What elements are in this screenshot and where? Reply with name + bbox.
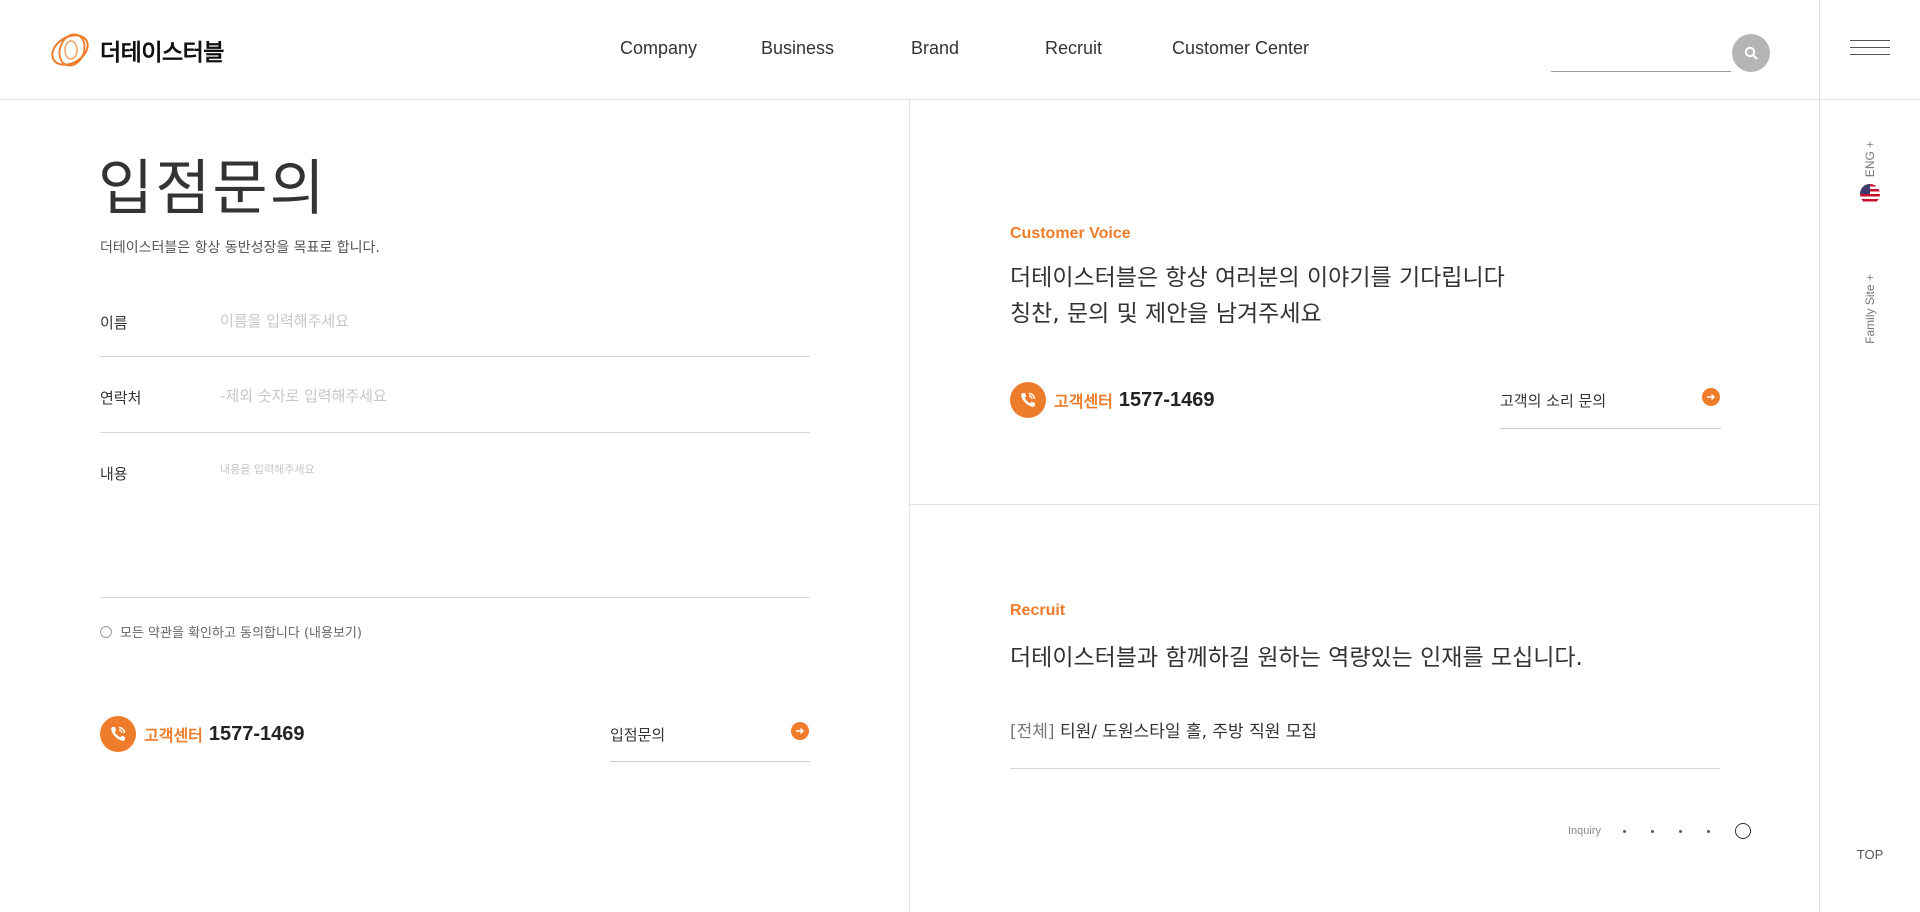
search-area [1551, 34, 1771, 74]
pager-dot[interactable] [1651, 829, 1655, 833]
phone-label: 고객센터 [144, 726, 203, 745]
recruit-headline: 더테이스터블과 함께하길 원하는 역량있는 인재를 모십니다. [1010, 645, 1583, 671]
recruit-section: Recruit 더테이스터블과 함께하길 원하는 역량있는 인재를 모십니다. … [910, 505, 1819, 912]
contact-row: 연락처 [100, 357, 810, 433]
logo-text: 더테이스터블 [100, 40, 224, 66]
phone-number[interactable]: 1577-1469 [209, 723, 305, 746]
pager-dot[interactable] [1623, 829, 1627, 833]
customer-voice-phone: 고객센터 1577-1469 [1010, 382, 1215, 418]
right-sidebar: ENG + Family Site + TOP [1819, 0, 1920, 912]
slide-pager: Inquiry [1568, 823, 1752, 839]
nav-brand[interactable]: Brand [911, 38, 959, 59]
nav-recruit[interactable]: Recruit [1045, 38, 1102, 59]
arrow-right-icon [1702, 388, 1720, 406]
search-input[interactable] [1551, 40, 1731, 72]
inquiry-submit-label: 입점문의 [610, 726, 666, 744]
sidebar-menu-area [1820, 0, 1920, 100]
pager-label[interactable]: Inquiry [1568, 825, 1601, 837]
nav-business[interactable]: Business [761, 38, 834, 59]
site-logo[interactable]: 더테이스터블 [48, 28, 224, 72]
pager-dot[interactable] [1707, 829, 1711, 833]
phone-number[interactable]: 1577-1469 [1119, 389, 1215, 412]
phone-icon [1010, 382, 1046, 418]
recruit-list-item[interactable]: [전체] 티원/ 도원스타일 홀, 주방 직원 모집 [1010, 717, 1720, 769]
language-toggle[interactable]: ENG + [1863, 133, 1877, 185]
arrow-right-icon [791, 722, 809, 740]
customer-voice-section: Customer Voice 더테이스터블은 항상 여러분의 이야기를 기다립니… [910, 100, 1819, 505]
page-subtitle: 더테이스터블은 항상 동반성장을 목표로 합니다. [100, 240, 380, 256]
us-flag-icon[interactable] [1860, 184, 1880, 204]
pager-dot[interactable] [1679, 829, 1683, 833]
pager-dot-active[interactable] [1735, 823, 1752, 839]
hamburger-icon[interactable] [1850, 40, 1890, 60]
name-input[interactable] [220, 306, 800, 336]
phone-label: 고객센터 [1054, 392, 1113, 411]
agree-checkbox[interactable]: 모든 약관을 확인하고 동의합니다 (내용보기) [100, 622, 362, 641]
customer-voice-button[interactable]: 고객의 소리 문의 [1500, 380, 1721, 429]
agree-radio-icon[interactable] [100, 625, 112, 638]
customer-voice-headline: 더테이스터블은 항상 여러분의 이야기를 기다립니다 칭찬, 문의 및 제안을 … [1010, 260, 1505, 332]
page-title: 입점문의 [98, 154, 327, 224]
inquiry-panel: 입점문의 더테이스터블은 항상 동반성장을 목표로 합니다. 이름 연락처 내용… [0, 100, 910, 912]
contact-label: 연락처 [100, 389, 142, 407]
site-header: 더테이스터블 Company Business Brand Recruit Cu… [0, 0, 1820, 100]
recruit-item-category: [전체] [1010, 722, 1055, 742]
inquiry-phone: 고객센터 1577-1469 [100, 716, 305, 752]
contact-input[interactable] [220, 381, 800, 411]
search-icon [1744, 46, 1758, 60]
content-label: 내용 [100, 465, 128, 483]
content-row: 내용 [100, 433, 810, 598]
name-row: 이름 [100, 292, 810, 357]
family-site-toggle[interactable]: Family Site + [1863, 259, 1877, 359]
nav-customer-center[interactable]: Customer Center [1172, 38, 1309, 59]
customer-voice-label: Customer Voice [1010, 225, 1131, 242]
inquiry-submit-button[interactable]: 입점문의 [610, 716, 810, 762]
recruit-item-title: 티원/ 도원스타일 홀, 주방 직원 모집 [1059, 722, 1318, 742]
customer-voice-line-1: 더테이스터블은 항상 여러분의 이야기를 기다립니다 [1010, 265, 1505, 291]
name-label: 이름 [100, 314, 128, 332]
customer-voice-line-2: 칭찬, 문의 및 제안을 남겨주세요 [1010, 301, 1322, 327]
search-button[interactable] [1732, 34, 1770, 72]
logo-swirl-icon [51, 33, 89, 67]
phone-icon [100, 716, 136, 752]
content-textarea[interactable] [220, 461, 800, 581]
nav-company[interactable]: Company [620, 38, 697, 59]
agree-text: 모든 약관을 확인하고 동의합니다 (내용보기) [120, 626, 362, 641]
customer-voice-button-label: 고객의 소리 문의 [1500, 392, 1607, 410]
top-button[interactable]: TOP [1820, 847, 1920, 862]
recruit-label: Recruit [1010, 602, 1066, 619]
